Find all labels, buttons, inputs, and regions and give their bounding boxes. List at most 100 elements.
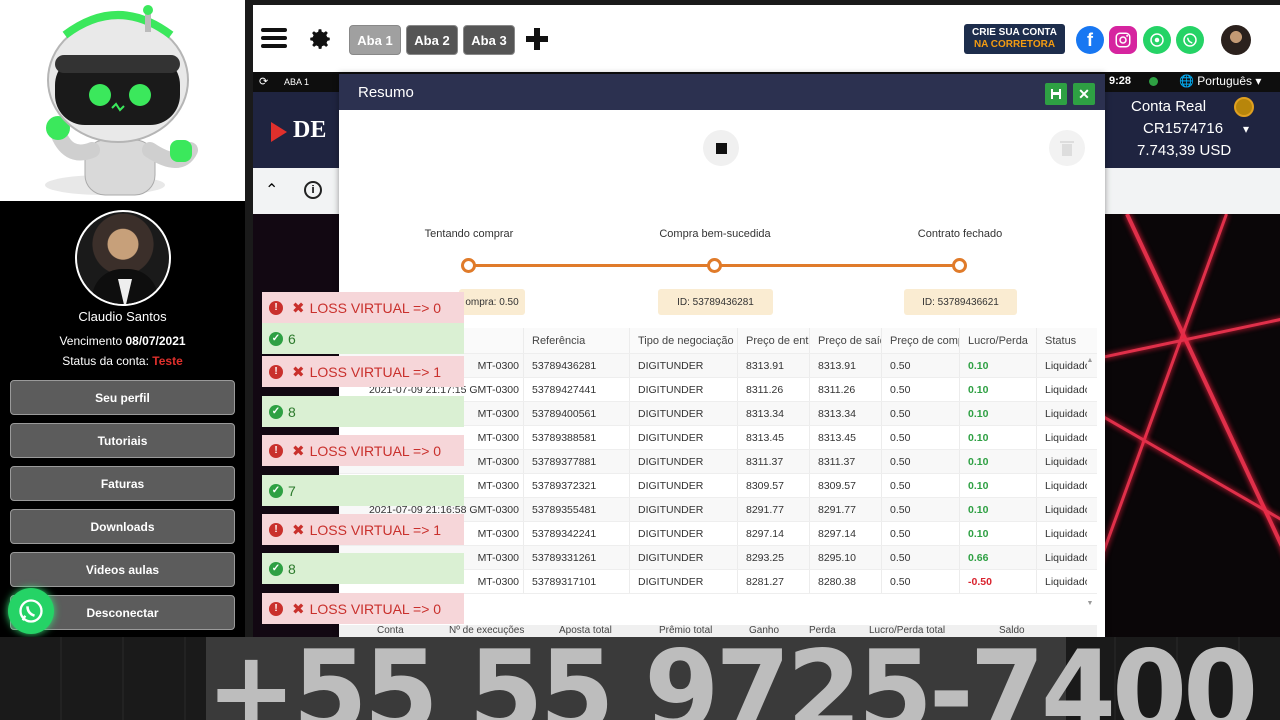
cell-pl: 0.10 (960, 402, 1037, 425)
avatar (75, 210, 171, 306)
close-icon[interactable]: ✕ (1073, 83, 1095, 105)
red-x-icon: ✖ (292, 442, 305, 460)
account-type: Conta Real (1131, 98, 1207, 115)
win-notification: ✓ 8 (262, 396, 464, 427)
language-label: Português (1197, 74, 1252, 88)
whatsapp-group-icon[interactable] (1143, 26, 1171, 54)
invoices-button[interactable]: Faturas (10, 466, 235, 501)
loss-notification: ! ✖ LOSS VIRTUAL => 0 (262, 593, 464, 624)
info-icon[interactable]: i (304, 181, 322, 199)
step-chip-2: ID: 53789436281 (658, 289, 773, 315)
cell-ref: 53789355481 (524, 498, 630, 521)
alert-icon: ! (269, 300, 283, 315)
sidebar: Claudio Santos Vencimento 08/07/2021 Sta… (0, 0, 245, 637)
tutorials-button[interactable]: Tutoriais (10, 423, 235, 458)
notification-text: LOSS VIRTUAL => 0 (309, 442, 442, 459)
account-caret-icon[interactable]: ▾ (1243, 122, 1249, 136)
stop-button[interactable] (703, 130, 739, 166)
hamburger-menu-icon[interactable] (261, 27, 287, 54)
account-status-line: Status da conta: Teste (0, 354, 245, 368)
save-icon[interactable] (1045, 83, 1067, 105)
status-value: Teste (152, 354, 183, 368)
collapse-icon[interactable]: ⌃ (265, 180, 278, 200)
alert-icon: ! (269, 601, 283, 616)
notification-text: 8 (288, 403, 296, 420)
cell-exit: 8309.57 (810, 474, 882, 497)
cell-entry: 8281.27 (738, 570, 810, 593)
cell-exit: 8295.10 (810, 546, 882, 569)
step-dot-3 (952, 258, 967, 273)
step-contract-closed: Contrato fechado (917, 228, 1003, 240)
language-select[interactable]: 🌐 Português ▾ (1179, 74, 1261, 88)
cell-exit: 8313.45 (810, 426, 882, 449)
cell-type: DIGITUNDER (630, 498, 738, 521)
clear-log-button[interactable] (1049, 130, 1085, 166)
col-entry-price: Preço de entrada (738, 328, 810, 353)
red-x-icon: ✖ (292, 363, 305, 381)
cell-buy: 0.50 (882, 450, 960, 473)
account-id[interactable]: CR1574716 (1143, 120, 1223, 137)
cell-pl: 0.10 (960, 426, 1037, 449)
summary-col: Lucro/Perda total (869, 625, 946, 636)
whatsapp-float-icon[interactable] (8, 588, 54, 634)
alert-icon: ! (269, 364, 283, 379)
cell-status: Liquidado (1045, 551, 1087, 564)
cell-type: DIGITUNDER (630, 450, 738, 473)
online-dot-icon (1149, 77, 1158, 86)
user-avatar-small[interactable] (1221, 25, 1251, 55)
facebook-icon[interactable]: f (1076, 26, 1104, 54)
downloads-button[interactable]: Downloads (10, 509, 235, 544)
cell-buy: 0.50 (882, 378, 960, 401)
cell-exit: 8311.37 (810, 450, 882, 473)
cell-status: Liquidado (1045, 455, 1087, 468)
cell-exit: 8313.91 (810, 354, 882, 377)
cell-pl: -0.50 (960, 570, 1037, 593)
caret-down-icon: ▾ (1255, 74, 1262, 88)
video-lessons-button[interactable]: Videos aulas (10, 552, 235, 587)
expiry-label: Vencimento (59, 334, 123, 348)
instagram-icon[interactable] (1109, 26, 1137, 54)
cell-type: DIGITUNDER (630, 546, 738, 569)
cell-ref: 53789372321 (524, 474, 630, 497)
check-icon: ✓ (269, 561, 283, 576)
cell-status: Liquidado (1045, 575, 1087, 588)
gear-icon[interactable] (307, 26, 333, 57)
cell-entry: 8293.25 (738, 546, 810, 569)
cell-exit: 8297.14 (810, 522, 882, 545)
create-broker-account-button[interactable]: CRIE SUA CONTA NA CORRETORA (964, 24, 1065, 54)
crie-line-2: NA CORRETORA (973, 39, 1056, 50)
modal-header: Resumo (339, 74, 1105, 110)
cell-buy: 0.50 (882, 426, 960, 449)
user-name: Claudio Santos (78, 309, 167, 324)
whatsapp-icon[interactable] (1176, 26, 1204, 54)
win-notification: ✓ 6 (262, 323, 464, 354)
cell-ref: 53789427441 (524, 378, 630, 401)
cell-entry: 8311.37 (738, 450, 810, 473)
loss-notification: ! ✖ LOSS VIRTUAL => 1 (262, 514, 464, 545)
trash-icon (1060, 141, 1074, 156)
tab-aba-2[interactable]: Aba 2 (406, 25, 458, 55)
add-tab-icon[interactable] (525, 27, 549, 56)
summary-col: Saldo (999, 625, 1025, 636)
cell-buy: 0.50 (882, 546, 960, 569)
loss-notification: ! ✖ LOSS VIRTUAL => 1 (262, 356, 464, 387)
col-profit-loss: Lucro/Perda (960, 328, 1037, 353)
refresh-icon[interactable]: ⟳ (259, 75, 268, 88)
notification-text: 6 (288, 330, 296, 347)
cell-ref: 53789436281 (524, 354, 630, 377)
notification-text: LOSS VIRTUAL => 0 (309, 600, 442, 617)
scroll-down-icon[interactable]: ▼ (1085, 600, 1095, 607)
cell-entry: 8313.91 (738, 354, 810, 377)
profile-button[interactable]: Seu perfil (10, 380, 235, 415)
cell-pl: 0.10 (960, 522, 1037, 545)
scroll-up-icon[interactable]: ▲ (1085, 357, 1095, 364)
col-exit-price: Preço de saída (810, 328, 882, 353)
cell-type: DIGITUNDER (630, 354, 738, 377)
table-scrollbar[interactable]: ▲ ▼ (1085, 357, 1095, 607)
background-laser-image (1105, 214, 1280, 637)
step-attempting: Tentando comprar (424, 228, 514, 240)
tab-aba-3[interactable]: Aba 3 (463, 25, 515, 55)
tab-aba-1[interactable]: Aba 1 (349, 25, 401, 55)
cell-buy: 0.50 (882, 402, 960, 425)
bottom-banner: +55 55 9725-7400 (0, 637, 1280, 720)
